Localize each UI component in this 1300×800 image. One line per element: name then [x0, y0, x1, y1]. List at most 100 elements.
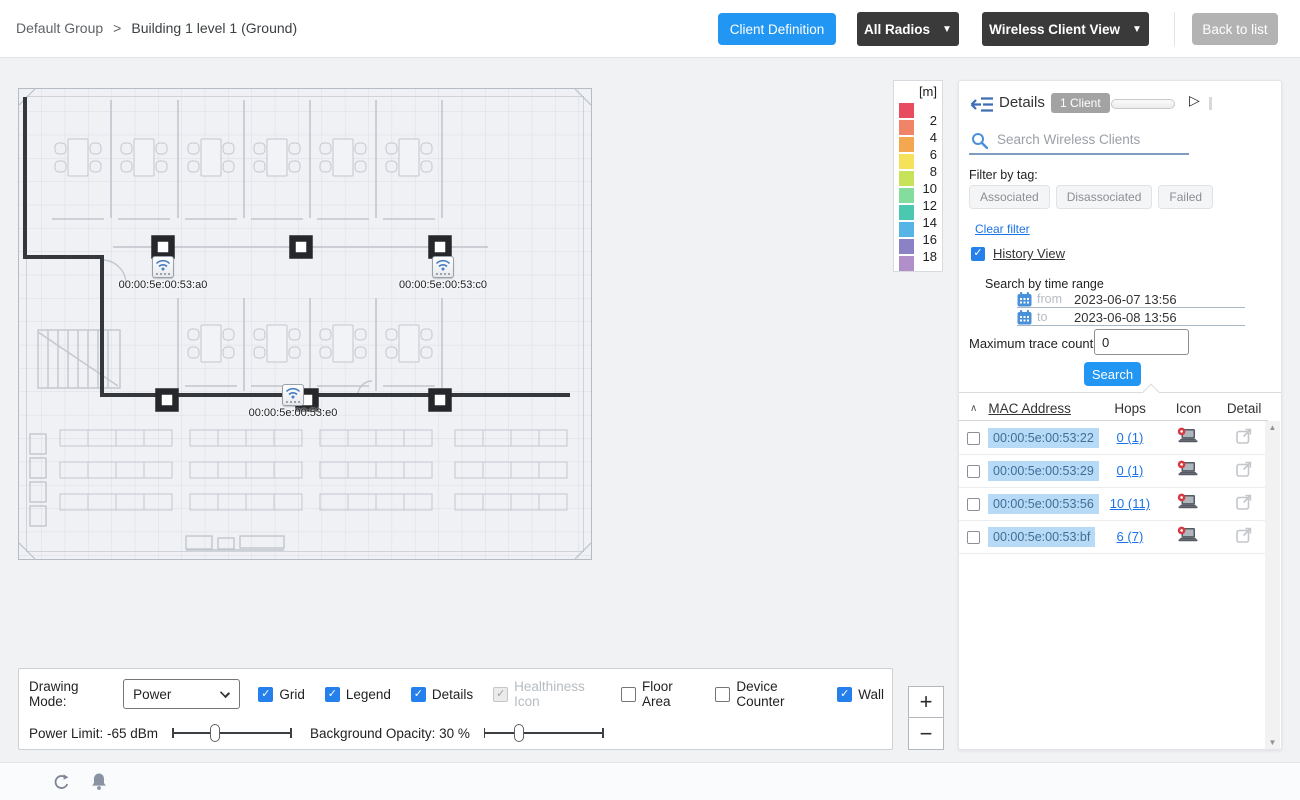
access-point-icon[interactable]	[282, 384, 304, 406]
table-scrollbar[interactable]: ▲ ▼	[1265, 421, 1280, 749]
access-point-c0[interactable]: 00:00:5e:00:53:c0	[378, 256, 508, 291]
client-definition-button[interactable]: Client Definition	[718, 13, 836, 45]
sort-ascending-icon[interactable]: ∧	[967, 403, 980, 414]
legend-label: 16	[915, 232, 937, 247]
max-trace-count-label: Maximum trace count	[969, 336, 1093, 351]
checkbox-label: Wall	[858, 687, 884, 702]
hops-link[interactable]: 0 (1)	[1117, 463, 1144, 478]
checkbox[interactable]	[621, 687, 636, 702]
client-device-icon	[1177, 460, 1199, 477]
column-hops: Hops	[1103, 401, 1157, 416]
checkbox[interactable]: ✓	[325, 687, 340, 702]
search-wireless-clients-input[interactable]	[997, 132, 1185, 147]
breadcrumb-separator: >	[113, 20, 121, 36]
trace-progress-pill[interactable]	[1111, 99, 1175, 109]
legend-label: 6	[915, 147, 937, 162]
checkbox[interactable]: ✓	[837, 687, 852, 702]
time-from-field[interactable]: from 2023-06-07 13:56	[1017, 291, 1245, 308]
checkbox-label: Details	[432, 687, 473, 702]
max-trace-count-input[interactable]	[1094, 329, 1189, 355]
access-point-icon[interactable]	[432, 256, 454, 278]
scroll-down-icon[interactable]: ▼	[1265, 738, 1280, 747]
access-point-icon[interactable]	[152, 256, 174, 278]
play-button[interactable]: ▷	[1189, 92, 1200, 109]
breadcrumb-group[interactable]: Default Group	[16, 20, 103, 36]
legend-label: 18	[915, 249, 937, 264]
power-limit-slider[interactable]	[172, 723, 292, 743]
ap-mac-label: 00:00:5e:00:53:c0	[378, 279, 508, 291]
all-radios-dropdown[interactable]: All Radios ▼	[857, 12, 959, 46]
client-device-icon-cell	[1157, 493, 1220, 515]
filter-tag-failed[interactable]: Failed	[1158, 185, 1213, 209]
hops-link[interactable]: 6 (7)	[1117, 529, 1144, 544]
wireless-client-view-dropdown[interactable]: Wireless Client View ▼	[982, 12, 1149, 46]
checkbox-label: Grid	[279, 687, 305, 702]
open-detail-icon	[1236, 494, 1252, 510]
checkbox[interactable]: ✓	[258, 687, 273, 702]
hops-link[interactable]: 0 (1)	[1117, 430, 1144, 445]
row-checkbox[interactable]	[967, 432, 980, 445]
row-checkbox[interactable]	[967, 531, 980, 544]
open-detail-button[interactable]	[1220, 461, 1268, 482]
row-checkbox[interactable]	[967, 465, 980, 478]
client-device-icon-cell	[1157, 427, 1220, 449]
time-to-field[interactable]: to 2023-06-08 13:56	[1017, 309, 1245, 326]
zoom-out-button[interactable]: −	[909, 718, 943, 749]
checkbox[interactable]	[715, 687, 730, 702]
legend-swatch	[899, 239, 914, 254]
notifications-bell-icon[interactable]	[91, 772, 107, 796]
from-value[interactable]: 2023-06-07 13:56	[1074, 292, 1177, 307]
open-detail-button[interactable]	[1220, 428, 1268, 449]
refresh-icon[interactable]	[52, 773, 71, 797]
checkbox-label: Healthiness Icon	[514, 679, 601, 709]
wifi-icon	[155, 259, 171, 272]
background-opacity-slider[interactable]	[484, 723, 604, 743]
app-root: Default Group>Building 1 level 1 (Ground…	[0, 0, 1300, 800]
legend-swatch	[899, 205, 914, 220]
to-value[interactable]: 2023-06-08 13:56	[1074, 310, 1177, 325]
wireless-client-view-label: Wireless Client View	[989, 22, 1120, 37]
client-device-icon	[1177, 493, 1199, 510]
search-button[interactable]: Search	[1084, 362, 1141, 386]
scroll-up-icon[interactable]: ▲	[1265, 423, 1280, 432]
section-divider	[959, 392, 1281, 393]
access-point-e0[interactable]: 00:00:5e:00:53:e0	[228, 384, 358, 419]
client-table-row: 00:00:5e:00:53:290 (1)	[959, 455, 1268, 488]
open-detail-button[interactable]	[1220, 527, 1268, 548]
filter-tag-associated[interactable]: Associated	[969, 185, 1050, 209]
hops-link[interactable]: 10 (11)	[1110, 496, 1150, 511]
access-point-a0[interactable]: 00:00:5e:00:53:a0	[98, 256, 228, 291]
legend-swatch	[899, 171, 914, 186]
header-divider	[1174, 12, 1175, 46]
row-checkbox[interactable]	[967, 498, 980, 511]
checkbox: ✓	[493, 687, 508, 702]
checkbox-label: Device Counter	[736, 679, 817, 709]
background-opacity-slider-thumb[interactable]	[514, 724, 524, 742]
filter-tag-disassociated[interactable]: Disassociated	[1056, 185, 1153, 209]
history-view-checkbox[interactable]: ✓	[971, 247, 985, 261]
column-mac-address[interactable]: MAC Address	[988, 401, 1103, 416]
ap-led-dots	[156, 273, 170, 275]
zoom-in-button[interactable]: +	[909, 687, 943, 718]
checkbox[interactable]: ✓	[411, 687, 426, 702]
layer-toggle-legend: ✓Legend	[325, 687, 391, 702]
layer-toggle-wall: ✓ Wall	[837, 687, 884, 702]
clear-filter-link[interactable]: Clear filter	[975, 222, 1030, 236]
client-mac: 00:00:5e:00:53:56	[988, 495, 1103, 513]
dropdown-arrow-icon: ▼	[1132, 24, 1142, 35]
details-panel: Details 1 Client ▷ Filter by tag: Associ…	[958, 80, 1282, 750]
ap-mac-label: 00:00:5e:00:53:e0	[228, 407, 358, 419]
client-table-body: 00:00:5e:00:53:220 (1)00:00:5e:00:53:290…	[959, 422, 1268, 554]
calendar-icon[interactable]	[1017, 310, 1032, 325]
drawing-mode-select[interactable]: Power	[123, 679, 240, 709]
legend-label: 12	[915, 198, 937, 213]
open-detail-button[interactable]	[1220, 494, 1268, 515]
legend-swatch	[899, 154, 914, 169]
dropdown-arrow-icon: ▼	[942, 24, 952, 35]
top-bar: Default Group>Building 1 level 1 (Ground…	[0, 0, 1300, 58]
calendar-icon[interactable]	[1017, 292, 1032, 307]
power-limit-slider-thumb[interactable]	[210, 724, 220, 742]
floorplan-canvas[interactable]: 00:00:5e:00:53:a0 00:00:5e:00:53:c0	[18, 88, 592, 560]
back-to-list-button[interactable]: Back to list	[1192, 13, 1278, 45]
collapse-panel-icon[interactable]	[970, 96, 994, 118]
